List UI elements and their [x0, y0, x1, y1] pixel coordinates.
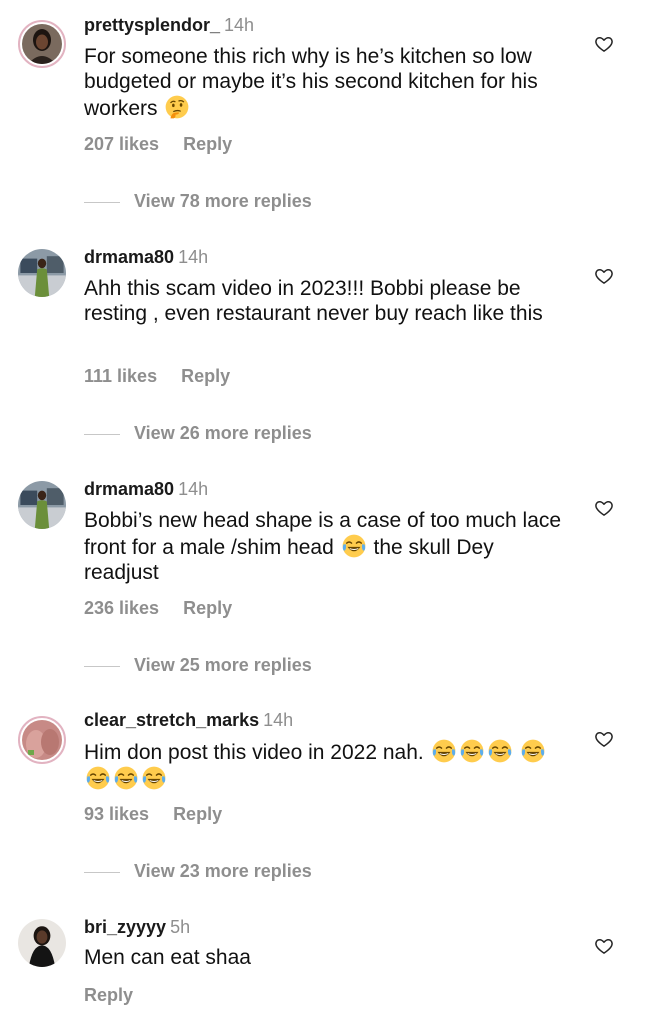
- likes-count[interactable]: 111 likes: [84, 366, 157, 386]
- avatar[interactable]: [18, 481, 66, 529]
- view-more-replies[interactable]: View 25 more replies: [84, 654, 312, 676]
- reply-button[interactable]: Reply: [181, 366, 230, 386]
- comment-meta: drmama80 14h: [84, 246, 208, 268]
- reply-button[interactable]: Reply: [183, 598, 232, 618]
- comment-actions: 236 likes Reply: [84, 597, 232, 619]
- view-more-replies[interactable]: View 26 more replies: [84, 422, 312, 444]
- likes-count[interactable]: 93 likes: [84, 804, 149, 824]
- comment-text: Ahh this scam video in 2023!!! Bobbi ple…: [84, 277, 543, 325]
- comment-meta: bri_zyyyy 5h: [84, 916, 190, 938]
- timestamp: 14h: [178, 479, 209, 499]
- face-with-tears-of-joy-icon: [341, 533, 367, 559]
- comment-actions: 111 likes Reply: [84, 365, 230, 387]
- timestamp: 14h: [178, 247, 209, 267]
- username[interactable]: clear_stretch_marks: [84, 710, 259, 730]
- comment-actions: 207 likes Reply: [84, 133, 232, 155]
- comment-meta: prettysplendor_ 14h: [84, 14, 254, 36]
- heart-outline-icon[interactable]: [594, 729, 614, 749]
- comment-text: For someone this rich why is he’s kitche…: [84, 45, 538, 120]
- heart-outline-icon[interactable]: [594, 34, 614, 54]
- divider: [84, 201, 120, 203]
- comment-meta: drmama80 14h: [84, 478, 208, 500]
- reply-button[interactable]: Reply: [183, 134, 232, 154]
- reply-button[interactable]: Reply: [84, 985, 133, 1005]
- face-with-tears-of-joy-icon: [113, 765, 139, 791]
- comment-meta: clear_stretch_marks 14h: [84, 709, 293, 731]
- divider: [84, 665, 120, 667]
- heart-outline-icon[interactable]: [594, 266, 614, 286]
- view-more-replies[interactable]: View 78 more replies: [84, 190, 312, 212]
- username[interactable]: drmama80: [84, 479, 174, 499]
- face-with-tears-of-joy-icon: [487, 738, 513, 764]
- timestamp: 14h: [263, 710, 294, 730]
- face-with-tears-of-joy-icon: [459, 738, 485, 764]
- username[interactable]: bri_zyyyy: [84, 917, 166, 937]
- avatar[interactable]: [18, 919, 66, 967]
- face-with-tears-of-joy-icon: [520, 738, 546, 764]
- avatar[interactable]: [18, 20, 66, 68]
- comment-text: Him don post this video in 2022 nah.: [84, 738, 574, 792]
- timestamp: 14h: [224, 15, 255, 35]
- likes-count[interactable]: 236 likes: [84, 598, 159, 618]
- face-with-tears-of-joy-icon: [141, 765, 167, 791]
- comment-actions: Reply: [84, 984, 133, 1006]
- comment-actions: 93 likes Reply: [84, 803, 222, 825]
- likes-count[interactable]: 207 likes: [84, 134, 159, 154]
- divider: [84, 433, 120, 435]
- avatar[interactable]: [18, 249, 66, 297]
- face-with-tears-of-joy-icon: [85, 765, 111, 791]
- heart-outline-icon[interactable]: [594, 936, 614, 956]
- avatar[interactable]: [18, 716, 66, 764]
- username[interactable]: drmama80: [84, 247, 174, 267]
- timestamp: 5h: [170, 917, 191, 937]
- reply-button[interactable]: Reply: [173, 804, 222, 824]
- view-more-replies[interactable]: View 23 more replies: [84, 860, 312, 882]
- comment-text: Bobbi’s new head shape is a case of too …: [84, 509, 562, 584]
- thinking-face-icon: [164, 94, 190, 120]
- face-with-tears-of-joy-icon: [431, 738, 457, 764]
- heart-outline-icon[interactable]: [594, 498, 614, 518]
- comment-text: Men can eat shaa: [84, 946, 251, 969]
- username[interactable]: prettysplendor_: [84, 15, 220, 35]
- divider: [84, 871, 120, 873]
